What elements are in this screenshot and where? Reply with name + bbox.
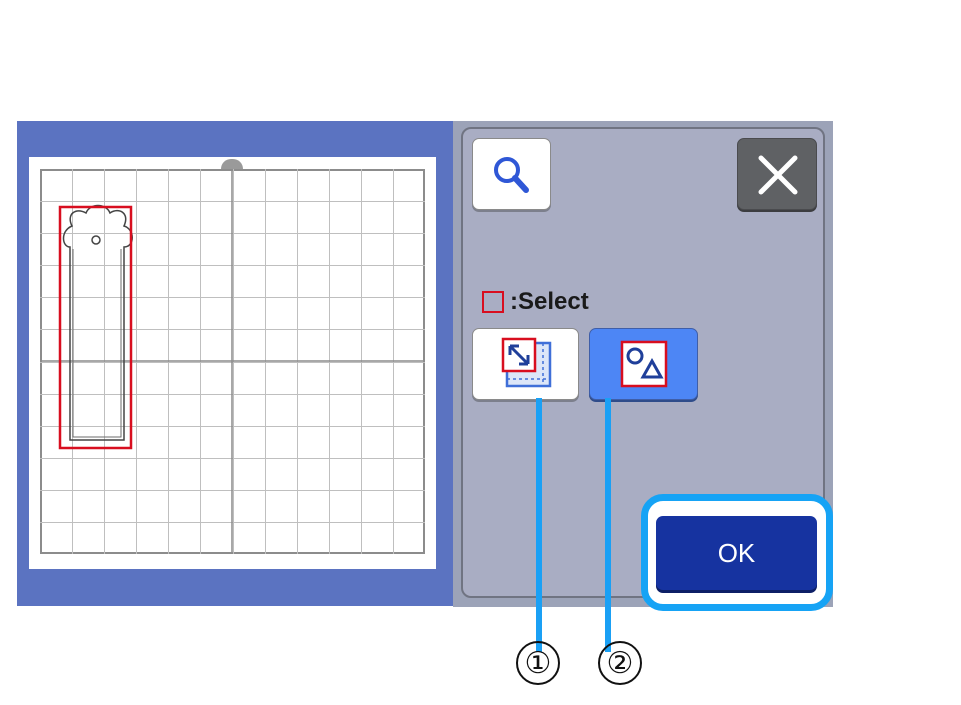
close-icon — [758, 155, 798, 195]
select-legend-label: :Select — [510, 288, 589, 315]
select-area-button[interactable] — [472, 328, 579, 400]
ok-button[interactable]: OK — [656, 516, 817, 590]
mat-grid[interactable] — [40, 169, 425, 554]
magnifier-icon — [494, 157, 529, 193]
select-legend-swatch — [482, 291, 504, 313]
callout-line-2 — [605, 398, 611, 652]
close-button[interactable] — [737, 138, 817, 210]
zoom-button[interactable] — [472, 138, 551, 210]
callout-line-1 — [536, 398, 542, 652]
callout-number-1: ① — [516, 641, 560, 685]
select-shape-button[interactable] — [589, 328, 698, 400]
select-shape-icon — [620, 340, 668, 388]
callout-number-2: ② — [598, 641, 642, 685]
select-area-icon — [501, 337, 552, 388]
select-legend: :Select — [482, 287, 589, 317]
